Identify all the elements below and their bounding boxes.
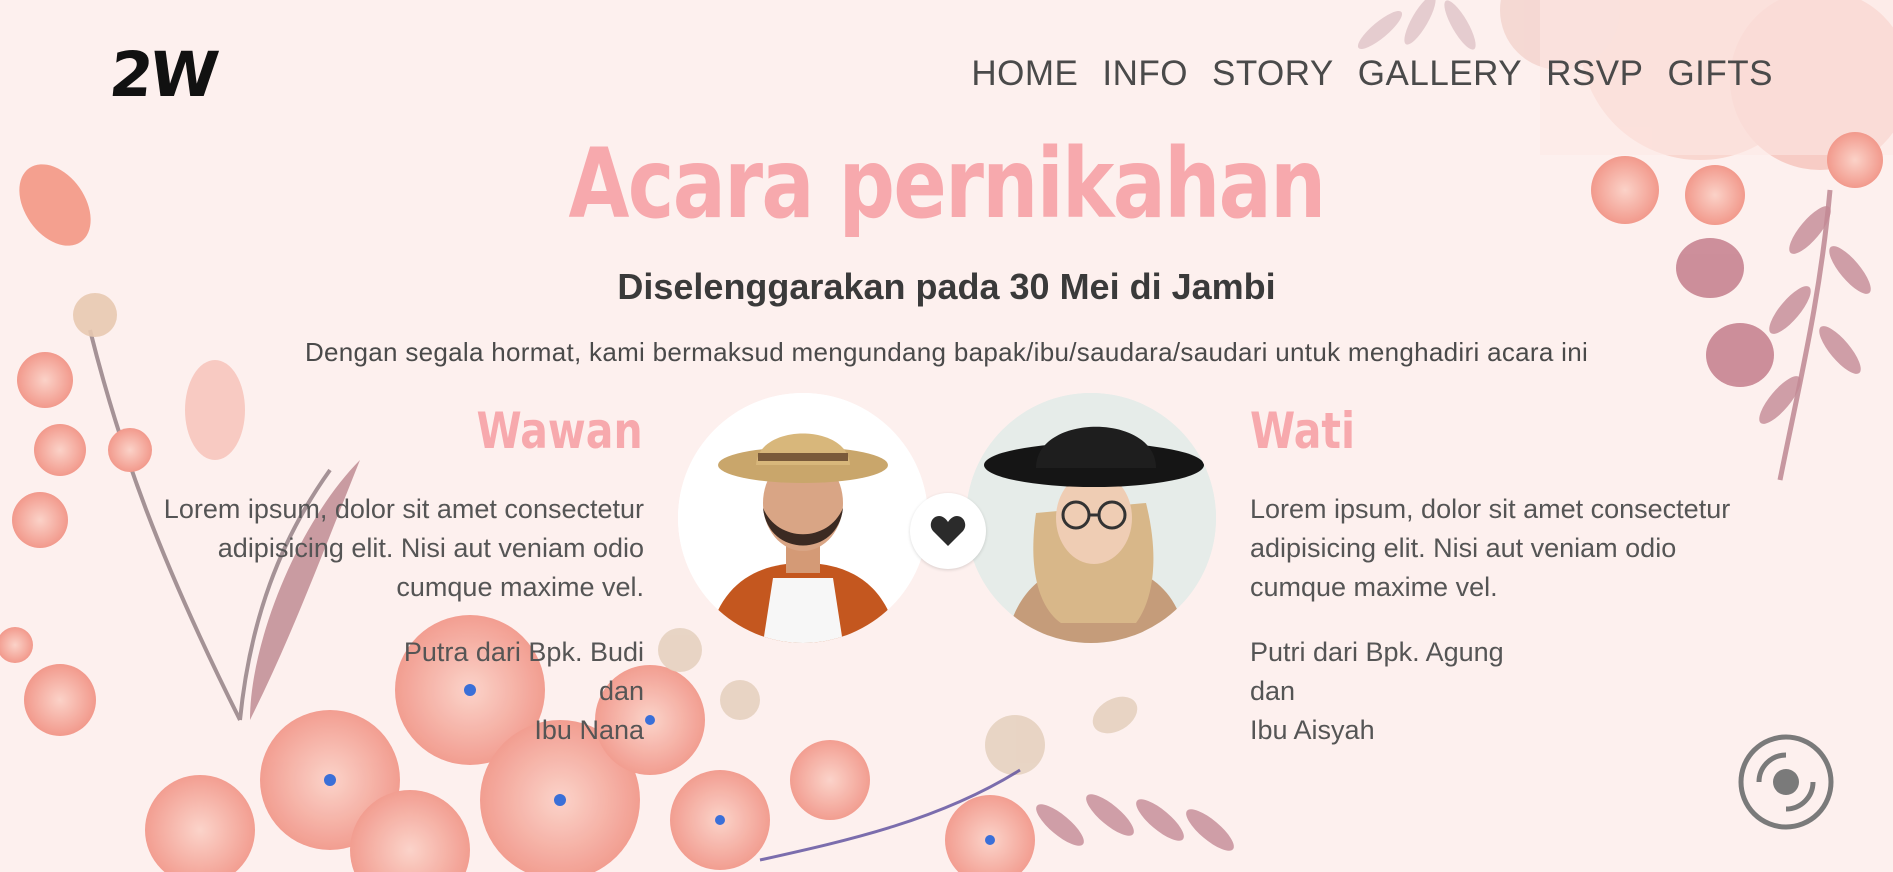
main-nav: HOME INFO STORY GALLERY RSVP GIFTS [971,54,1773,94]
groom-photo [678,393,928,643]
nav-home[interactable]: HOME [971,54,1078,94]
music-disc-icon[interactable] [1737,733,1835,831]
bride-parents-line: Putri dari Bpk. Agung [1250,637,1504,667]
bride-photo [966,393,1216,643]
groom-name: Wawan [476,402,643,460]
groom-description: Lorem ipsum, dolor sit amet consectetur … [163,494,644,602]
groom-parents-line: dan [598,676,644,706]
groom-parents: Putra dari Bpk. Budi dan Ibu Nana [244,633,644,750]
bride-parents-line: dan [1250,676,1296,706]
nav-info[interactable]: INFO [1102,54,1188,94]
page-title: Acara pernikahan [568,128,1326,240]
nav-story[interactable]: STORY [1212,54,1334,94]
nav-rsvp[interactable]: RSVP [1546,54,1643,94]
site-logo[interactable]: 2W [106,38,219,111]
invitation-text: Dengan segala hormat, kami bermaksud men… [304,337,1589,367]
event-subtitle: Diselenggarakan pada 30 Mei di Jambi [617,266,1276,307]
bride-parents: Putri dari Bpk. Agung dan Ibu Aisyah [1250,633,1650,750]
heart-icon [910,493,986,569]
nav-gifts[interactable]: GIFTS [1667,54,1773,94]
groom-parents-line: Putra dari Bpk. Budi [403,637,644,667]
bride-name: Wati [1250,402,1356,460]
nav-gallery[interactable]: GALLERY [1358,54,1522,94]
bride-parents-line: Ibu Aisyah [1250,715,1375,745]
bride-description: Lorem ipsum, dolor sit amet consectetur … [1250,494,1731,602]
groom-parents-line: Ibu Nana [534,715,644,745]
